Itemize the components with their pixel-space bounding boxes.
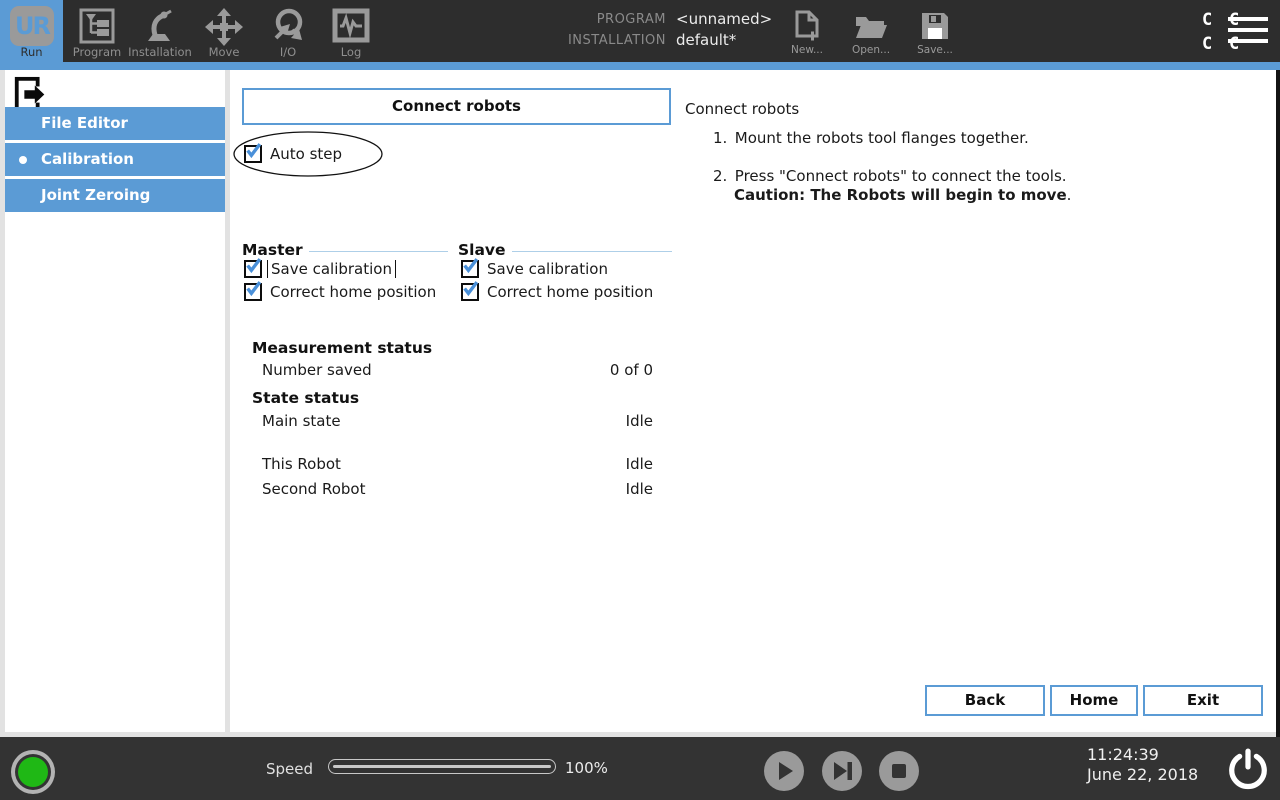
power-icon[interactable]	[1226, 748, 1270, 792]
step-number: 2.	[713, 167, 728, 185]
master-correct-home-checkbox[interactable]	[244, 281, 262, 301]
main-state-label: Main state	[262, 412, 341, 430]
tab-log-label: Log	[340, 45, 362, 59]
status-indicator-green-light	[18, 757, 48, 787]
tab-log[interactable]: Log	[311, 0, 391, 62]
play-button[interactable]	[764, 751, 804, 791]
open-button[interactable]: Open...	[839, 4, 903, 56]
sidebar-item-label: Calibration	[41, 150, 134, 168]
save-button-label: Save...	[917, 44, 953, 56]
stop-button[interactable]	[879, 751, 919, 791]
new-button[interactable]: New...	[775, 4, 839, 56]
state-status-title: State status	[252, 389, 360, 407]
step-text: Press "Connect robots" to connect the to…	[734, 167, 1067, 185]
speed-label: Speed	[266, 760, 314, 778]
number-saved-row: Number saved 0 of 0	[262, 361, 653, 379]
slave-section-title: Slave	[458, 241, 672, 259]
open-button-label: Open...	[851, 44, 891, 56]
master-save-calibration-label: Save calibration	[267, 260, 396, 278]
accent-strip	[0, 62, 1280, 70]
instructions-title: Connect robots	[685, 100, 800, 118]
slave-correct-home-checkbox[interactable]	[461, 281, 479, 301]
main-state-value: Idle	[625, 412, 653, 430]
slave-save-calibration-label: Save calibration	[487, 260, 608, 278]
new-button-label: New...	[791, 44, 823, 56]
master-section-title: Master	[242, 241, 448, 259]
master-correct-home-label: Correct home position	[270, 283, 437, 301]
clock: 11:24:39 June 22, 2018	[1087, 745, 1198, 785]
right-edge-strip	[1276, 70, 1280, 737]
exit-button[interactable]: Exit	[1143, 685, 1263, 716]
number-saved-label: Number saved	[262, 361, 372, 379]
caution-line: Caution: The Robots will begin to move.	[734, 186, 1072, 204]
hamburger-menu-icon[interactable]	[1228, 17, 1268, 47]
home-button[interactable]: Home	[1050, 685, 1138, 716]
tab-run-label: Run	[20, 45, 43, 59]
sidebar-item-file-editor[interactable]: File Editor	[5, 107, 225, 140]
sidebar-item-label: Joint Zeroing	[41, 186, 151, 204]
sidebar-item-joint-zeroing[interactable]: Joint Zeroing	[5, 179, 225, 212]
main-state-row: Main state Idle	[262, 412, 653, 430]
new-file-icon	[775, 10, 839, 42]
second-robot-label: Second Robot	[262, 480, 366, 498]
auto-step-row: Auto step	[244, 143, 343, 163]
program-name: <unnamed>	[676, 10, 773, 28]
sidebar-item-label: File Editor	[41, 114, 128, 132]
back-button[interactable]: Back	[925, 685, 1045, 716]
status-char-3: C	[1202, 34, 1213, 54]
robot-status-indicator[interactable]	[11, 750, 55, 794]
step-number: 1.	[713, 129, 728, 147]
open-folder-icon	[839, 10, 903, 42]
slave-correct-home-row: Correct home position	[461, 281, 654, 301]
date-text: June 22, 2018	[1087, 765, 1199, 784]
caution-text: Caution: The Robots will begin to move	[734, 186, 1067, 204]
this-robot-label: This Robot	[262, 455, 341, 473]
ur-logo: UR	[10, 6, 54, 46]
measurement-status-title: Measurement status	[252, 339, 433, 357]
master-correct-home-row: Correct home position	[244, 281, 437, 301]
master-save-calibration-row: Save calibration	[244, 258, 396, 278]
master-save-calibration-checkbox[interactable]	[244, 258, 262, 278]
time-text: 11:24:39	[1087, 745, 1159, 764]
step-text: Mount the robots tool flanges together.	[734, 129, 1029, 147]
current-item-bullet	[19, 156, 27, 164]
tab-run[interactable]: UR Run	[0, 0, 63, 62]
speed-percent: 100%	[565, 759, 608, 777]
second-robot-row: Second Robot Idle	[262, 480, 653, 498]
slave-save-calibration-checkbox[interactable]	[461, 258, 479, 278]
slave-save-calibration-row: Save calibration	[461, 258, 608, 278]
installation-label: INSTALLATION	[567, 33, 666, 48]
save-floppy-icon	[903, 10, 967, 42]
status-char-1: C	[1202, 10, 1213, 30]
polyscope-screen: UR Run Program Installation Move I/O Log…	[0, 0, 1280, 800]
sidebar: File Editor Calibration Joint Zeroing	[5, 70, 225, 732]
slave-correct-home-label: Correct home position	[487, 283, 654, 301]
main-panel: Connect robots Auto step Master Slave Sa…	[230, 70, 1276, 732]
step-forward-button[interactable]	[822, 751, 862, 791]
program-label: PROGRAM	[596, 12, 666, 27]
auto-step-checkbox[interactable]	[244, 143, 262, 163]
instruction-step-2: 2. Press "Connect robots" to connect the…	[713, 167, 1067, 185]
this-robot-value: Idle	[625, 455, 653, 473]
speed-slider[interactable]	[328, 759, 556, 774]
sidebar-item-calibration[interactable]: Calibration	[5, 143, 225, 176]
second-robot-value: Idle	[625, 480, 653, 498]
connect-robots-button[interactable]: Connect robots	[242, 88, 671, 125]
number-saved-value: 0 of 0	[609, 361, 653, 379]
auto-step-label: Auto step	[270, 145, 343, 163]
speed-slider-track	[333, 765, 551, 768]
installation-name: default*	[676, 31, 737, 49]
this-robot-row: This Robot Idle	[262, 455, 653, 473]
bottom-bar: Speed 100% 11:24:39 June 22, 2018	[0, 737, 1280, 800]
top-bar: UR Run Program Installation Move I/O Log…	[0, 0, 1280, 62]
save-button[interactable]: Save...	[903, 4, 967, 56]
instruction-step-1: 1. Mount the robots tool flanges togethe…	[713, 129, 1029, 147]
